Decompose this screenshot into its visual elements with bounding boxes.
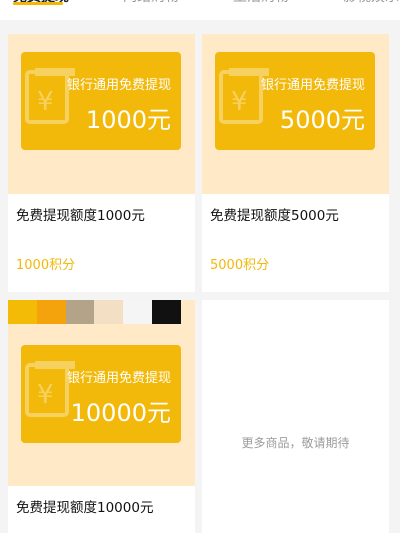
card-image-area: ¥ 银行通用免费提现 10000元 bbox=[8, 300, 195, 486]
swatch bbox=[152, 300, 181, 324]
card-image-area: ¥ 银行通用免费提现 1000元 bbox=[8, 34, 195, 194]
swatch bbox=[94, 300, 124, 324]
tab-entertainment[interactable]: 影视娱乐 bbox=[343, 0, 399, 8]
voucher-label: 银行通用免费提现 bbox=[66, 371, 171, 386]
category-tab-bar: 免费提现 网络购物 生活购物 影视娱乐 bbox=[0, 0, 400, 20]
tab-life-shopping[interactable]: 生活购物 bbox=[233, 0, 289, 8]
voucher-label: 银行通用免费提现 bbox=[260, 78, 365, 93]
coming-soon-text: 更多商品，敬请期待 bbox=[241, 436, 350, 450]
active-tab-indicator bbox=[13, 2, 63, 5]
voucher-label: 银行通用免费提现 bbox=[66, 78, 171, 93]
voucher-amount: 5000元 bbox=[279, 106, 365, 134]
voucher-graphic: ¥ 银行通用免费提现 10000元 bbox=[21, 345, 181, 443]
product-title: 免费提现额度1000元 bbox=[16, 208, 145, 224]
product-title: 免费提现额度10000元 bbox=[16, 500, 154, 516]
svg-text:¥: ¥ bbox=[231, 87, 248, 117]
swatch bbox=[65, 300, 95, 324]
product-title: 免费提现额度5000元 bbox=[210, 208, 339, 224]
points-price: 5000积分 bbox=[210, 258, 270, 273]
product-card[interactable]: ¥ 银行通用免费提现 1000元 免费提现额度1000元 1000积分 bbox=[8, 34, 195, 292]
swatch bbox=[8, 300, 37, 324]
swatch bbox=[36, 300, 66, 324]
card-image-area: ¥ 银行通用免费提现 5000元 bbox=[202, 34, 389, 194]
swatch bbox=[123, 300, 153, 324]
tab-online-shopping[interactable]: 网络购物 bbox=[123, 0, 179, 8]
svg-text:¥: ¥ bbox=[37, 380, 54, 410]
page: 免费提现 网络购物 生活购物 影视娱乐 ¥ 银行通用免费提现 1000元 免费提… bbox=[0, 0, 400, 533]
color-swatch-strip bbox=[8, 300, 181, 324]
voucher-graphic: ¥ 银行通用免费提现 1000元 bbox=[21, 52, 181, 150]
svg-text:¥: ¥ bbox=[37, 87, 54, 117]
points-price: 1000积分 bbox=[16, 258, 76, 273]
voucher-amount: 1000元 bbox=[85, 106, 171, 134]
voucher-amount: 10000元 bbox=[70, 399, 171, 427]
coming-soon-card: 更多商品，敬请期待 bbox=[202, 300, 389, 533]
voucher-graphic: ¥ 银行通用免费提现 5000元 bbox=[215, 52, 375, 150]
product-card[interactable]: ¥ 银行通用免费提现 10000元 免费提现额度10000元 bbox=[8, 300, 195, 533]
product-card[interactable]: ¥ 银行通用免费提现 5000元 免费提现额度5000元 5000积分 bbox=[202, 34, 389, 292]
